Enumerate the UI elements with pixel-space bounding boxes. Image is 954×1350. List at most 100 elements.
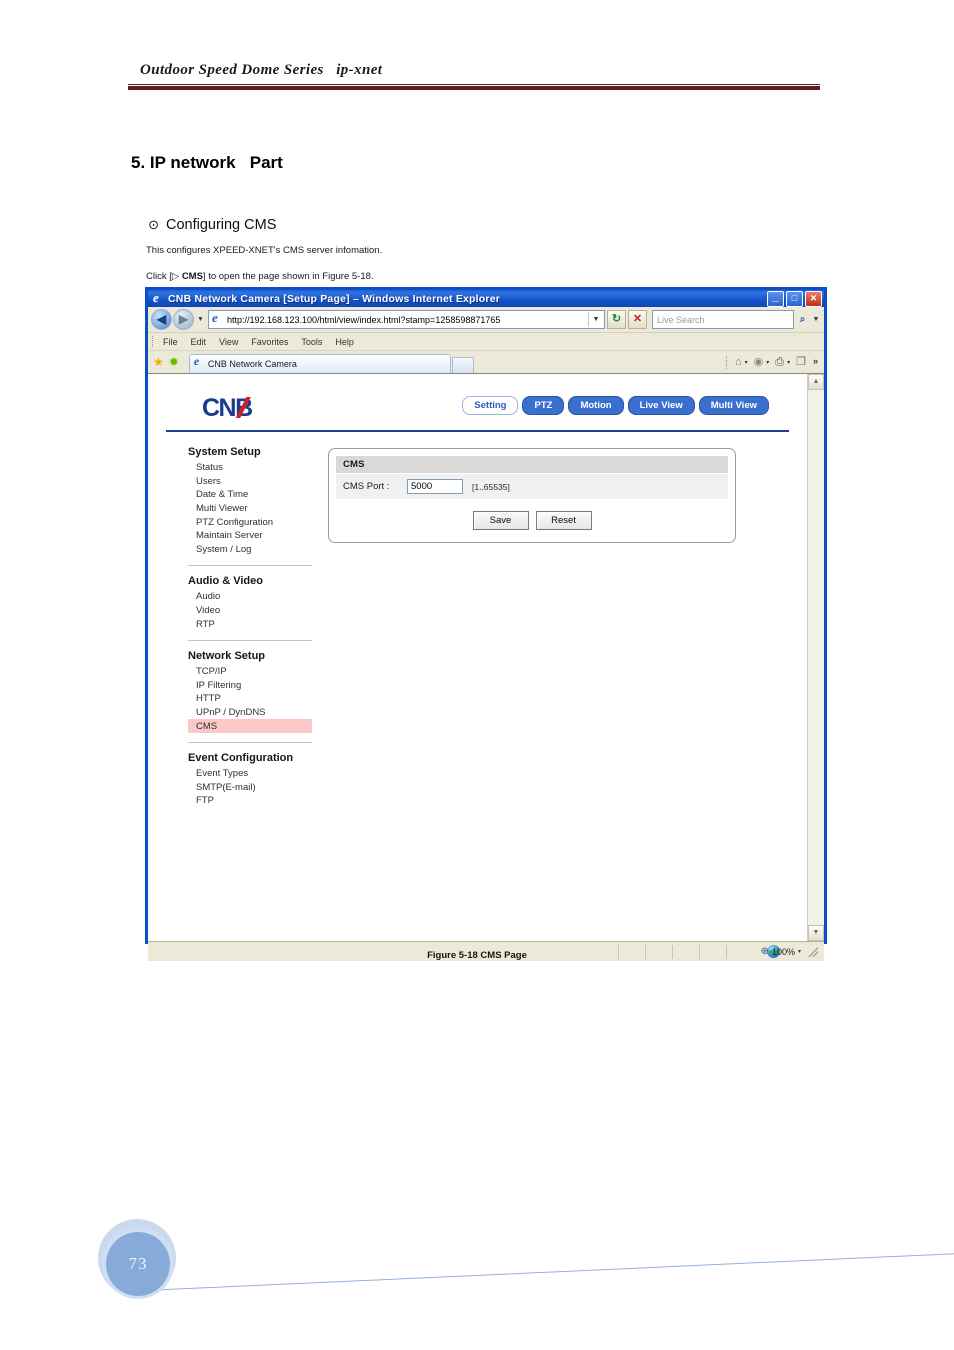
sidebar-item-event-types[interactable]: Event Types <box>188 767 316 781</box>
sidebar-heading-network-setup: Network Setup <box>188 649 266 662</box>
sidebar-divider-2 <box>188 639 312 641</box>
address-input[interactable]: http://192.168.123.100/html/view/index.h… <box>207 310 605 329</box>
site-header: CNB Setting PTZ Motion Live View Multi V… <box>166 388 789 432</box>
nav-button-motion[interactable]: Motion <box>568 396 624 415</box>
back-arrow-icon: ◀ <box>156 312 167 326</box>
sidebar-item-video[interactable]: Video <box>188 604 316 618</box>
sidebar-group-event-configuration: Event Configuration Event Types SMTP(E-m… <box>188 752 316 808</box>
menu-item-favorites[interactable]: Favorites <box>251 337 288 347</box>
menu-item-tools[interactable]: Tools <box>301 337 322 347</box>
page-tools-icon[interactable]: ❐ <box>796 356 806 368</box>
maximize-button[interactable]: □ <box>786 291 803 307</box>
home-dropdown-icon[interactable]: ▾ <box>745 359 748 366</box>
header-rule-thin <box>128 84 820 85</box>
menu-item-edit[interactable]: Edit <box>191 337 207 347</box>
sidebar-item-rtp[interactable]: RTP <box>188 617 316 631</box>
instruction-bold: CMS <box>181 271 203 282</box>
save-button[interactable]: Save <box>472 511 529 530</box>
subsection-title-text: Configuring CMS <box>165 217 277 233</box>
sidebar-item-multi-viewer[interactable]: Multi Viewer <box>188 502 316 516</box>
add-to-favorites-icon[interactable]: ✹ <box>169 356 179 368</box>
cms-port-row: CMS Port : [1..65535] <box>336 473 728 499</box>
internet-explorer-icon <box>152 290 164 306</box>
running-header: Outdoor Speed Dome Series ip-xnet <box>128 62 820 90</box>
nav-button-setting[interactable]: Setting <box>462 396 519 415</box>
sidebar-item-ip-filtering[interactable]: IP Filtering <box>188 679 316 693</box>
browser-tab[interactable]: CNB Network Camera <box>188 353 451 373</box>
sidebar-item-tcp-ip[interactable]: TCP/IP <box>188 665 316 679</box>
sidebar-item-system-log[interactable]: System / Log <box>188 543 316 557</box>
sidebar-item-upnp-dyndns[interactable]: UPnP / DynDNS <box>188 706 316 720</box>
address-dropdown-icon[interactable]: ▼ <box>588 312 603 327</box>
window-controls: _ □ ✕ <box>767 290 822 307</box>
history-dropdown-icon[interactable]: ▼ <box>197 316 204 323</box>
sidebar-group-network-setup: Network Setup TCP/IP IP Filtering HTTP U… <box>188 650 316 733</box>
browser-window: CNB Network Camera [Setup Page] – Window… <box>145 287 827 961</box>
menu-item-help[interactable]: Help <box>335 337 354 347</box>
menubar-grip[interactable] <box>152 336 157 347</box>
forward-arrow-icon: ▶ <box>178 312 189 326</box>
sidebar-item-ftp[interactable]: FTP <box>188 794 316 808</box>
sidebar-item-audio[interactable]: Audio <box>188 590 316 604</box>
page-viewport: CNB Setting PTZ Motion Live View Multi V… <box>148 374 824 941</box>
home-icon[interactable]: ⌂ <box>735 356 742 368</box>
close-button[interactable]: ✕ <box>805 291 822 307</box>
command-bar-separator <box>725 355 728 369</box>
search-go-icon[interactable]: ⌕ <box>794 314 811 325</box>
sidebar-heading-audio-video: Audio & Video <box>188 575 263 588</box>
web-page-content: CNB Setting PTZ Motion Live View Multi V… <box>148 374 807 941</box>
browser-titlebar: CNB Network Camera [Setup Page] – Window… <box>148 290 824 307</box>
cnb-logo: CNB <box>202 394 253 422</box>
sidebar-group-audio-video: Audio & Video Audio Video RTP <box>188 575 316 631</box>
nav-button-ptz[interactable]: PTZ <box>522 396 565 415</box>
search-dropdown-icon[interactable]: ▼ <box>811 316 821 323</box>
bullet-icon: ⊙ <box>148 217 159 232</box>
sidebar-item-smtp-email[interactable]: SMTP(E-mail) <box>188 781 316 795</box>
page-body: System Setup Status Users Date & Time Mu… <box>148 432 807 813</box>
close-icon: ✕ <box>809 293 818 303</box>
cms-port-label: CMS Port : <box>343 481 390 492</box>
rss-feeds-icon[interactable]: ◉ <box>754 356 764 368</box>
sidebar-item-date-time[interactable]: Date & Time <box>188 488 316 502</box>
menu-item-view[interactable]: View <box>219 337 238 347</box>
intro-paragraph: This configures XPEED-XNET's CMS server … <box>146 245 383 256</box>
cms-panel-title: CMS <box>336 456 728 473</box>
cms-port-input[interactable] <box>407 479 463 494</box>
search-box[interactable]: Live Search <box>652 310 794 329</box>
new-tab-button[interactable] <box>451 356 474 373</box>
sidebar-item-status[interactable]: Status <box>188 461 316 475</box>
page-vertical-scrollbar[interactable]: ▲ ▼ <box>807 374 824 941</box>
menu-item-file[interactable]: File <box>163 337 178 347</box>
subsection-title: ⊙ Configuring CMS <box>140 201 276 233</box>
sidebar-item-http[interactable]: HTTP <box>188 692 316 706</box>
nav-button-live-view[interactable]: Live View <box>627 396 695 415</box>
page-number-badge: 73 <box>98 1219 184 1305</box>
menu-bar: File Edit View Favorites Tools Help <box>148 333 824 351</box>
section-title: 5. IP network Part <box>131 153 283 172</box>
sidebar-group-system-setup: System Setup Status Users Date & Time Mu… <box>188 446 316 556</box>
command-bar-overflow-icon[interactable]: » <box>813 356 818 366</box>
scroll-down-button[interactable]: ▼ <box>808 925 824 941</box>
feeds-dropdown-icon[interactable]: ▾ <box>766 359 769 366</box>
stop-button[interactable]: ✕ <box>628 310 647 329</box>
back-button[interactable]: ◀ <box>151 309 172 330</box>
sidebar-item-cms[interactable]: CMS <box>188 719 312 733</box>
nav-button-multi-view[interactable]: Multi View <box>698 396 769 415</box>
refresh-button[interactable]: ↻ <box>607 310 626 329</box>
search-input[interactable]: Live Search <box>653 315 793 325</box>
minimize-button[interactable]: _ <box>767 290 784 307</box>
forward-button[interactable]: ▶ <box>173 309 194 330</box>
sidebar-item-maintain-server[interactable]: Maintain Server <box>188 529 316 543</box>
instruction-paragraph: Click [▷ CMS] to open the page shown in … <box>146 271 374 282</box>
scroll-up-button[interactable]: ▲ <box>808 374 824 390</box>
sidebar-heading-system-setup: System Setup <box>188 446 261 458</box>
site-nav: Setting PTZ Motion Live View Multi View <box>462 396 769 415</box>
instruction-post: ] to open the page shown in Figure 5-18. <box>202 271 374 282</box>
favorites-center-icon[interactable]: ★ <box>153 356 164 368</box>
sidebar-item-ptz-configuration[interactable]: PTZ Configuration <box>188 515 316 529</box>
print-dropdown-icon[interactable]: ▾ <box>787 359 790 366</box>
reset-button[interactable]: Reset <box>535 511 592 530</box>
sidebar-item-users[interactable]: Users <box>188 475 316 489</box>
window-title: CNB Network Camera [Setup Page] – Window… <box>168 292 501 305</box>
print-icon[interactable]: ⎙ <box>775 356 784 368</box>
